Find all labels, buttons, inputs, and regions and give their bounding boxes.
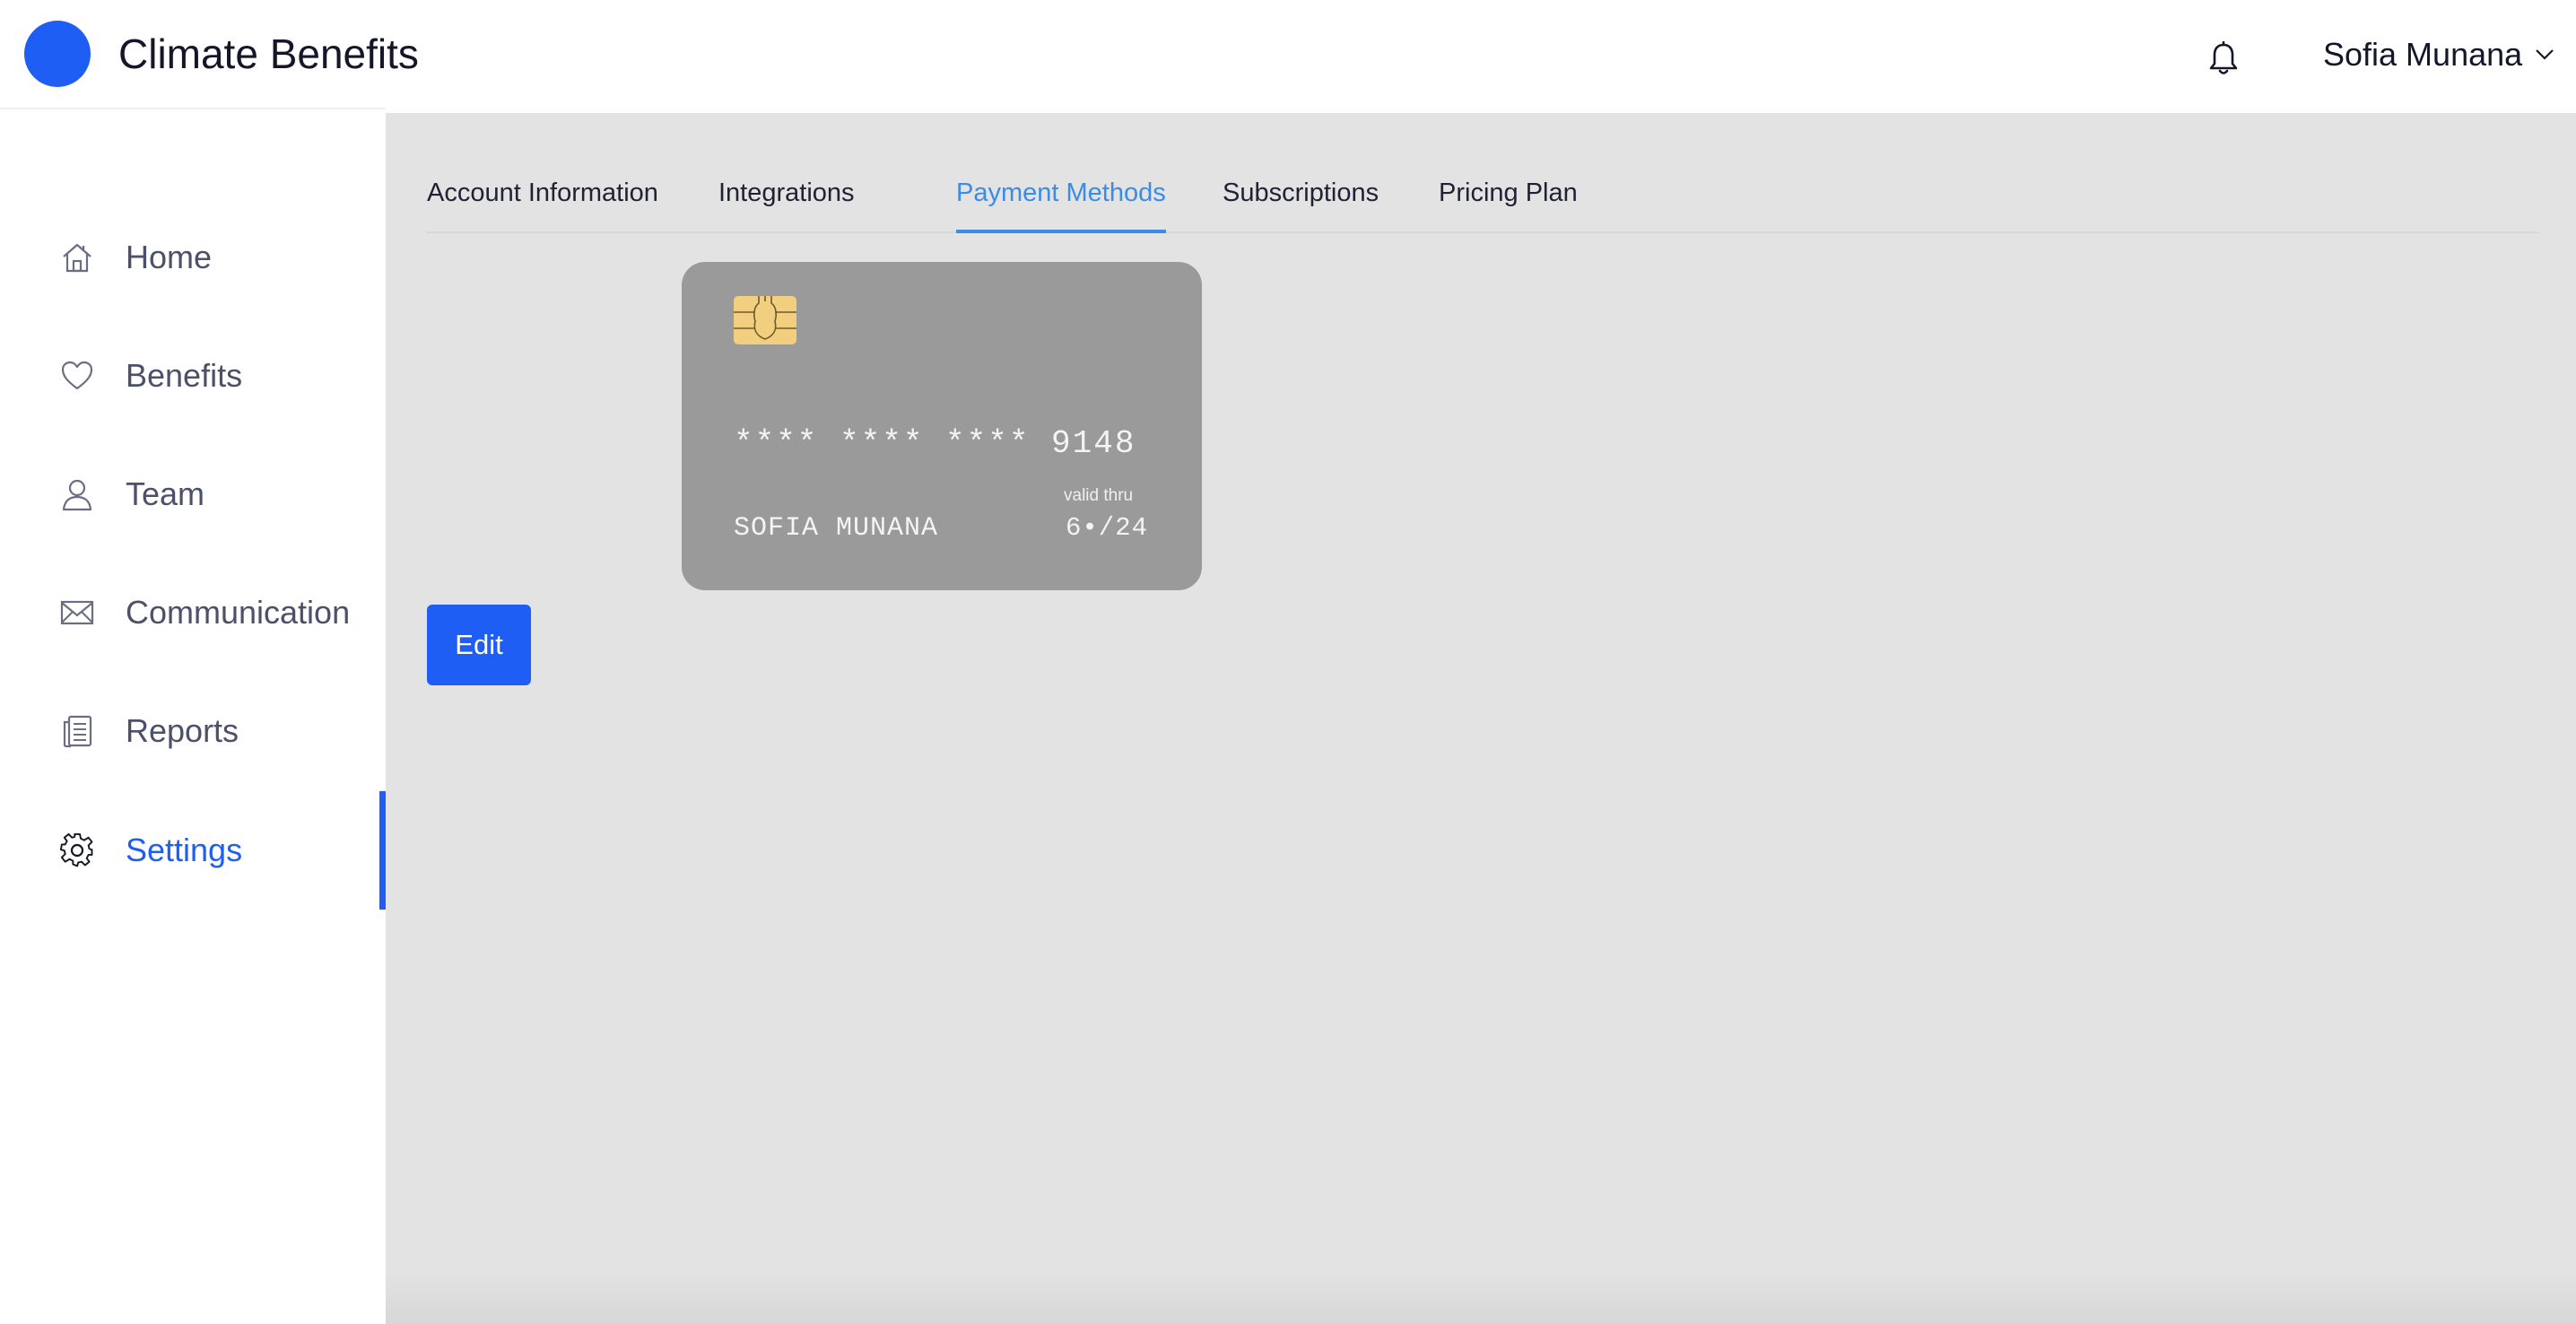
sidebar-item-label: Reports [126, 712, 239, 749]
valid-thru-label: valid thru [1064, 486, 1134, 505]
tab-payment-methods[interactable]: Payment Methods [956, 165, 1166, 233]
chevron-down-icon [2536, 49, 2554, 60]
sidebar-item-home[interactable]: Home [0, 198, 386, 317]
payment-card[interactable]: **** **** **** 9148 valid thru SOFIA MUN… [682, 262, 1202, 590]
tab-subscriptions[interactable]: Subscriptions [1223, 165, 1379, 233]
settings-tabs: Account Information Integrations Payment… [427, 165, 2538, 233]
sidebar-item-label: Communication [126, 594, 351, 631]
sidebar: Home Benefits Team Communication Reports… [0, 108, 386, 1324]
user-icon [59, 476, 95, 512]
user-name: Sofia Munana [2323, 36, 2523, 73]
card-expiry: 6•/24 [1066, 513, 1149, 543]
sidebar-item-team[interactable]: Team [0, 435, 386, 553]
user-menu[interactable]: Sofia Munana [2323, 32, 2554, 77]
sidebar-item-label: Home [126, 239, 213, 275]
sidebar-item-label: Team [126, 475, 205, 512]
sidebar-item-label: Settings [126, 832, 243, 868]
tab-integrations[interactable]: Integrations [718, 165, 855, 233]
home-icon [59, 240, 95, 275]
mail-icon [59, 595, 95, 631]
gear-icon [59, 832, 95, 868]
card-holder-name: SOFIA MUNANA [734, 513, 939, 544]
bell-icon[interactable] [2208, 41, 2239, 77]
tab-pricing-plan[interactable]: Pricing Plan [1439, 165, 1578, 233]
tab-account-information[interactable]: Account Information [427, 165, 658, 233]
sidebar-item-label: Benefits [126, 357, 243, 394]
heart-icon [59, 358, 95, 394]
app-header: Climate Benefits Sofia Munana [0, 0, 2576, 111]
app-logo[interactable] [24, 21, 91, 87]
sidebar-item-communication[interactable]: Communication [0, 553, 386, 672]
card-number: **** **** **** 9148 [734, 425, 1136, 462]
sidebar-item-settings[interactable]: Settings [0, 791, 386, 910]
main-content: Account Information Integrations Payment… [386, 113, 2576, 1324]
sidebar-item-reports[interactable]: Reports [0, 672, 386, 790]
sidebar-item-benefits[interactable]: Benefits [0, 317, 386, 435]
edit-button[interactable]: Edit [427, 605, 531, 685]
card-chip-icon [734, 296, 796, 344]
app-title: Climate Benefits [118, 30, 419, 77]
document-icon [59, 713, 95, 749]
